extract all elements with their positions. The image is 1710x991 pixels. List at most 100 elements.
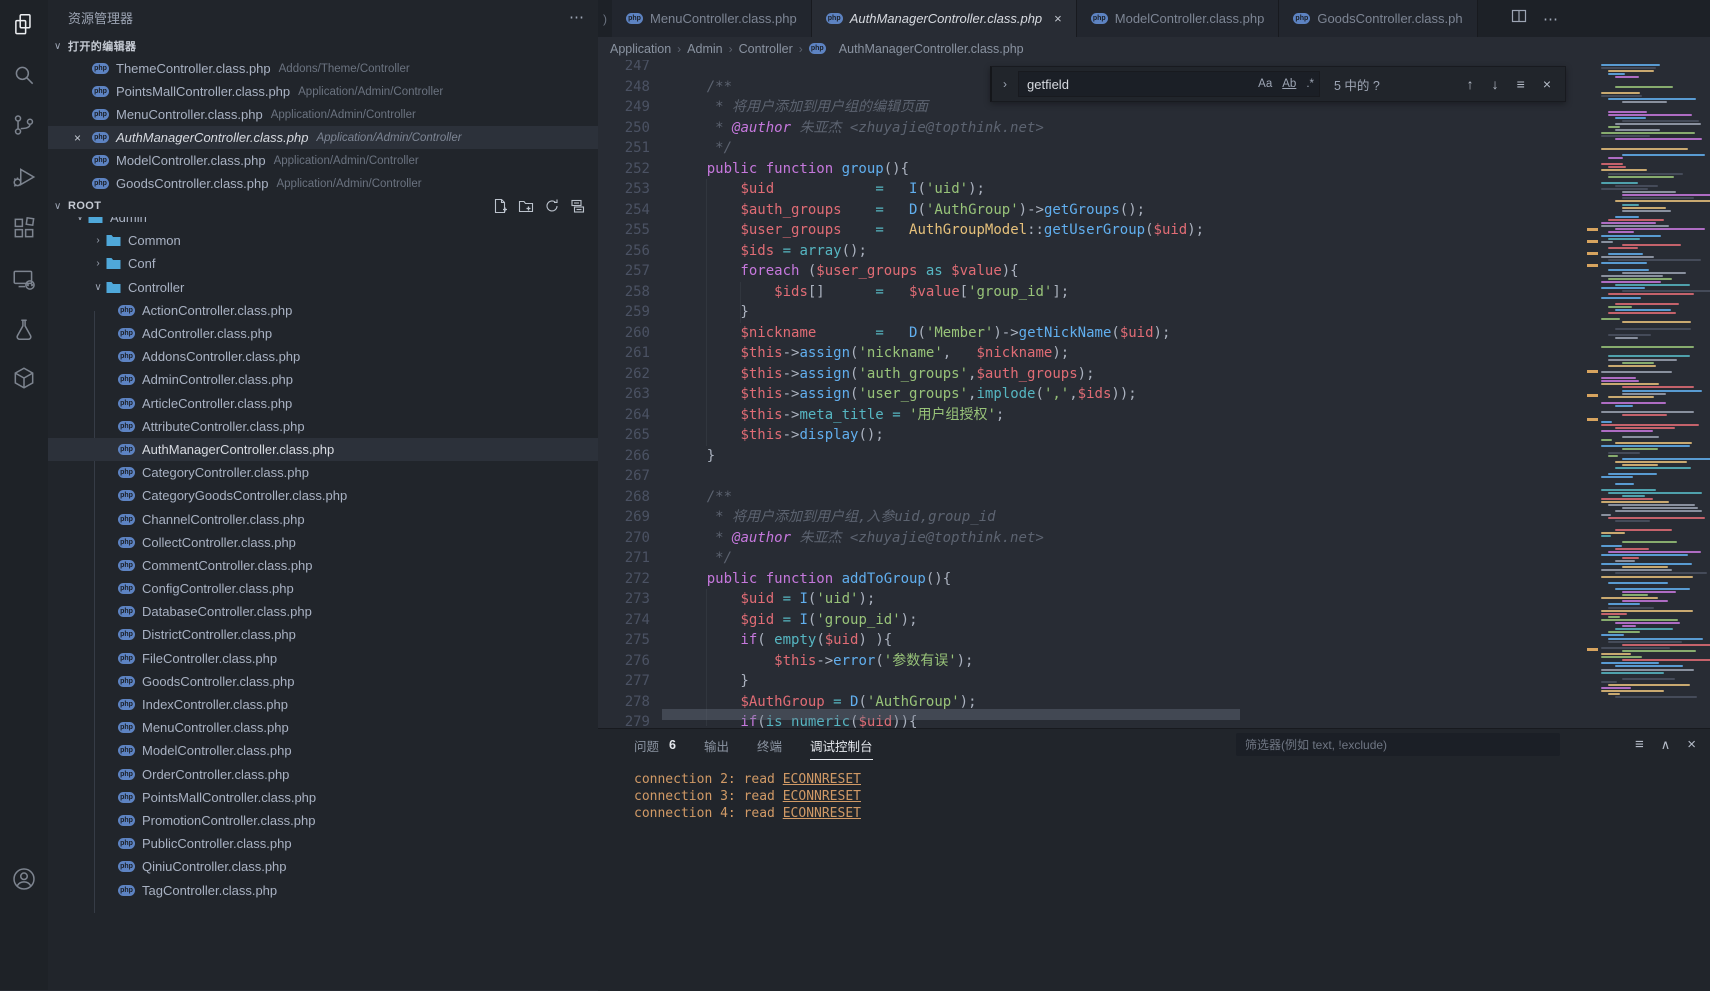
breadcrumb-item[interactable]: › Controller [729, 42, 793, 56]
tree-item[interactable]: php CommentController.class.php [48, 554, 598, 577]
find-in-selection-icon[interactable]: ≡ [1517, 76, 1525, 92]
find-next-icon[interactable]: ↓ [1492, 76, 1499, 92]
tree-item[interactable]: php AdController.class.php [48, 322, 598, 345]
tree-item[interactable]: php CategoryController.class.php [48, 461, 598, 484]
minimap[interactable] [1585, 60, 1710, 728]
code-line[interactable]: 262 $this->assign('auth_groups',$auth_gr… [598, 364, 1204, 385]
panel-tab[interactable]: 终端 [757, 729, 782, 761]
tree-item[interactable]: php ActionController.class.php [48, 299, 598, 322]
run-and-debug-icon[interactable] [11, 164, 37, 190]
remote-explorer-icon[interactable] [11, 266, 37, 292]
explorer-icon[interactable] [11, 12, 37, 38]
tree-item[interactable]: php FileController.class.php [48, 647, 598, 670]
tree-item[interactable]: php AdminController.class.php [48, 368, 598, 391]
panel-maximize-icon[interactable]: ∧ [1661, 737, 1671, 753]
open-editors-header[interactable]: ∨ 打开的编辑器 [48, 35, 598, 57]
split-editor-icon[interactable] [1511, 8, 1527, 29]
code-line[interactable]: 251 */ [598, 138, 1204, 159]
open-editor-item[interactable]: php ThemeController.class.php Addons/The… [48, 57, 598, 80]
code-line[interactable]: 266 } [598, 446, 1204, 467]
breadcrumb-item[interactable]: Application [610, 42, 671, 56]
code-line[interactable]: 277 } [598, 671, 1204, 692]
error-code-link[interactable]: ECONNRESET [783, 772, 861, 787]
new-folder-icon[interactable] [518, 198, 534, 214]
code-line[interactable]: 276 $this->error('参数有误'); [598, 651, 1204, 672]
tree-item[interactable]: php IndexController.class.php [48, 693, 598, 716]
tree-item[interactable]: php AddonsController.class.php [48, 345, 598, 368]
find-input[interactable] [1019, 77, 1253, 92]
breadcrumb[interactable]: Application › Admin › Controller › php A… [598, 37, 1710, 60]
code-line[interactable]: 275 if( empty($uid) ){ [598, 630, 1204, 651]
tree-item[interactable]: php QiniuController.class.php [48, 855, 598, 878]
tree-item[interactable]: php GoodsController.class.php [48, 670, 598, 693]
code-line[interactable]: 257 foreach ($user_groups as $value){ [598, 261, 1204, 282]
collapse-all-icon[interactable] [570, 198, 586, 214]
testing-icon[interactable] [11, 317, 37, 343]
find-expand-chevron-icon[interactable]: › [992, 77, 1018, 91]
tree-item[interactable]: php PointsMallController.class.php [48, 786, 598, 809]
tree-item[interactable]: php ModelController.class.php [48, 739, 598, 762]
package-icon[interactable] [11, 365, 37, 391]
whole-word-icon[interactable]: Ab [1277, 78, 1301, 90]
code-line[interactable]: 252 public function group(){ [598, 159, 1204, 180]
tree-item[interactable]: php ChannelController.class.php [48, 507, 598, 530]
tree-item[interactable]: php ConfigController.class.php [48, 577, 598, 600]
error-code-link[interactable]: ECONNRESET [783, 806, 861, 821]
code-line[interactable]: 258 $ids[] = $value['group_id']; [598, 282, 1204, 303]
refresh-icon[interactable] [544, 198, 560, 214]
code-line[interactable]: 250 * @author 朱亚杰 <zhuyajie@topthink.net… [598, 118, 1204, 139]
tree-item[interactable]: php TagController.class.php [48, 878, 598, 901]
tree-item[interactable]: php DatabaseController.class.php [48, 600, 598, 623]
tree-item[interactable]: php CategoryGoodsController.class.php [48, 484, 598, 507]
code-line[interactable]: 270 * @author 朱亚杰 <zhuyajie@topthink.net… [598, 528, 1204, 549]
tree-item[interactable]: php MenuController.class.php [48, 716, 598, 739]
open-editor-item[interactable]: php MenuController.class.php Application… [48, 103, 598, 126]
code-line[interactable]: 269 * 将用户添加到用户组,入参uid,group_id [598, 507, 1204, 528]
tree-item[interactable]: php CollectController.class.php [48, 531, 598, 554]
breadcrumb-item[interactable]: › Admin [677, 42, 722, 56]
account-icon[interactable] [11, 866, 37, 892]
code-line[interactable]: 256 $ids = array(); [598, 241, 1204, 262]
editor-tab[interactable]: php MenuController.class.php [612, 0, 812, 37]
code-line[interactable]: 268 /** [598, 487, 1204, 508]
code-editor[interactable]: 247248 /**249 * 将用户添加到用户组的编辑页面250 * @aut… [598, 60, 1710, 728]
open-editor-item[interactable]: php PointsMallController.class.php Appli… [48, 80, 598, 103]
code-line[interactable]: 253 $uid = I('uid'); [598, 179, 1204, 200]
close-icon[interactable]: × [1054, 11, 1062, 26]
tree-item[interactable]: php ArticleController.class.php [48, 392, 598, 415]
match-case-icon[interactable]: Aa [1253, 78, 1277, 90]
code-lines[interactable]: 247248 /**249 * 将用户添加到用户组的编辑页面250 * @aut… [598, 60, 1204, 728]
search-icon[interactable] [11, 62, 37, 88]
open-editor-item[interactable]: php GoodsController.class.php Applicatio… [48, 172, 598, 195]
tree-item[interactable]: php DistrictController.class.php [48, 623, 598, 646]
code-line[interactable]: 261 $this->assign('nickname', $nickname)… [598, 343, 1204, 364]
close-icon[interactable]: × [74, 131, 81, 145]
code-line[interactable]: 273 $uid = I('uid'); [598, 589, 1204, 610]
tree-item[interactable]: ∨ Admin [48, 217, 598, 229]
editor-more-icon[interactable]: ⋯ [1543, 10, 1558, 28]
new-file-icon[interactable] [492, 198, 508, 214]
code-line[interactable]: 265 $this->display(); [598, 425, 1204, 446]
tree-item[interactable]: php OrderController.class.php [48, 763, 598, 786]
tree-item[interactable]: php AttributeController.class.php [48, 415, 598, 438]
code-line[interactable]: 267 [598, 466, 1204, 487]
regex-icon[interactable]: .* [1301, 78, 1319, 90]
panel-tab[interactable]: 问题 6 [634, 729, 676, 761]
open-editor-item[interactable]: × php AuthManagerController.class.php Ap… [48, 126, 598, 149]
sidebar-more-icon[interactable]: ⋯ [569, 8, 584, 26]
panel-tab[interactable]: 输出 [704, 729, 729, 761]
error-code-link[interactable]: ECONNRESET [783, 789, 861, 804]
panel-tab[interactable]: 调试控制台 [810, 729, 873, 761]
find-previous-icon[interactable]: ↑ [1467, 76, 1474, 92]
code-line[interactable]: 259 } [598, 302, 1204, 323]
code-line[interactable]: 264 $this->meta_title = '用户组授权'; [598, 405, 1204, 426]
editor-tab[interactable]: php AuthManagerController.class.php × [812, 0, 1077, 37]
code-line[interactable]: 263 $this->assign('user_groups',implode(… [598, 384, 1204, 405]
horizontal-scrollbar[interactable] [662, 709, 1240, 720]
code-line[interactable]: 272 public function addToGroup(){ [598, 569, 1204, 590]
find-close-icon[interactable]: × [1543, 76, 1551, 92]
code-line[interactable]: 271 */ [598, 548, 1204, 569]
breadcrumb-item[interactable]: › php AuthManagerController.class.php [799, 42, 1024, 56]
editor-tab[interactable]: php GoodsController.class.ph [1279, 0, 1477, 37]
tree-item[interactable]: php PublicController.class.php [48, 832, 598, 855]
